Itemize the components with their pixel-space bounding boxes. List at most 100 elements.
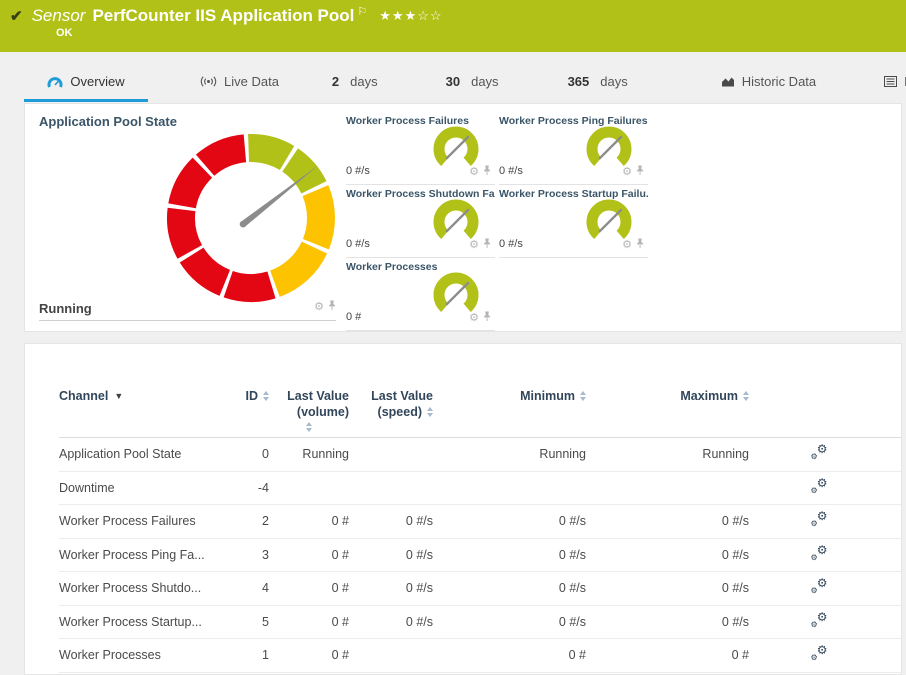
tab-bar: OverviewLive Data2days30days365daysHisto… <box>0 52 906 102</box>
cell-channel: Worker Process Ping Fa... <box>59 548 214 562</box>
cell-channel: Application Pool State <box>59 447 214 461</box>
cell-id: 3 <box>214 548 269 562</box>
pin-icon[interactable] <box>483 163 491 181</box>
edit-channel-gears-icon[interactable]: ⚙⚙ <box>811 512 828 527</box>
column-header-maximum[interactable]: Maximum <box>586 388 749 404</box>
cell-last-value-volume: 0 # <box>269 514 349 528</box>
gauge-icon <box>47 76 63 88</box>
cell-last-value-speed: 0 #/s <box>349 615 433 629</box>
table-row: Worker Process Shutdo...40 #0 #/s0 #/s0 … <box>59 572 901 606</box>
pin-icon[interactable] <box>483 309 491 327</box>
gear-icon[interactable]: ⚙ <box>469 313 479 324</box>
status-check-icon: ✔ <box>10 7 23 25</box>
small-gauge-cell: Worker Process Ping Failures0 #/s⚙ <box>499 112 648 185</box>
gear-icon[interactable]: ⚙ <box>469 167 479 178</box>
cell-maximum: 0 #/s <box>586 548 749 562</box>
tab-overview[interactable]: Overview <box>24 66 148 102</box>
tab-365-days[interactable]: 365days <box>558 66 638 102</box>
table-row: Worker Process Failures20 #0 #/s0 #/s0 #… <box>59 505 901 539</box>
table-row: Downtime-4⚙⚙ <box>59 472 901 506</box>
primary-gauge-value: Running <box>39 301 92 316</box>
pin-icon[interactable] <box>483 236 491 254</box>
cell-id: 5 <box>214 615 269 629</box>
tab-historic-data[interactable]: Historic Data <box>711 66 826 102</box>
cell-id: -4 <box>214 481 269 495</box>
tab-live-data[interactable]: Live Data <box>190 66 289 102</box>
cell-channel: Worker Process Shutdo... <box>59 581 214 595</box>
gear-icon[interactable]: ⚙ <box>469 240 479 251</box>
cell-minimum: Running <box>433 447 586 461</box>
edit-channel-gears-icon[interactable]: ⚙⚙ <box>811 479 828 494</box>
column-header-minimum[interactable]: Minimum <box>433 388 586 404</box>
cell-channel: Worker Process Failures <box>59 514 214 528</box>
column-header-last-value[interactable]: Last Value(volume) <box>269 388 349 432</box>
cell-id: 4 <box>214 581 269 595</box>
tab-30-days[interactable]: 30days <box>436 66 509 102</box>
column-header-last-value[interactable]: Last Value(speed) <box>349 388 433 420</box>
cell-last-value-volume: 0 # <box>269 548 349 562</box>
sensor-header: ✔ Sensor PerfCounter IIS Application Poo… <box>0 0 906 52</box>
cell-minimum: 0 # <box>433 648 586 662</box>
edit-channel-gears-icon[interactable]: ⚙⚙ <box>811 646 828 661</box>
tab-2-days[interactable]: 2 days <box>322 66 388 102</box>
gear-icon[interactable]: ⚙ <box>622 167 632 178</box>
log-icon <box>884 76 897 87</box>
sort-icon[interactable] <box>427 407 433 417</box>
sort-icon[interactable] <box>743 391 749 401</box>
tab-log[interactable]: Log <box>874 66 906 102</box>
column-header-id[interactable]: ID <box>214 388 269 404</box>
tab-label: days <box>350 74 377 89</box>
cell-last-value-volume: 0 # <box>269 615 349 629</box>
small-gauge-value: 0 #/s <box>499 165 523 177</box>
cell-id: 0 <box>214 447 269 461</box>
pin-icon[interactable] <box>636 236 644 254</box>
small-gauge-value: 0 # <box>346 311 361 323</box>
tab-label: Overview <box>70 74 124 89</box>
cell-maximum: 0 #/s <box>586 581 749 595</box>
tab-label: days <box>471 74 498 89</box>
gear-icon[interactable]: ⚙ <box>314 302 324 313</box>
cell-last-value-speed: 0 #/s <box>349 581 433 595</box>
channel-table-body: Application Pool State0RunningRunningRun… <box>59 438 901 673</box>
tab-number: 365 <box>568 74 590 89</box>
cell-id: 1 <box>214 648 269 662</box>
sensor-type-label: Sensor <box>32 6 86 26</box>
sensor-title: PerfCounter IIS Application Pool <box>92 6 354 26</box>
priority-stars[interactable]: ★★★☆☆ <box>379 8 442 24</box>
small-gauges-grid: Worker Process Failures0 #/s⚙Worker Proc… <box>346 112 804 331</box>
table-row: Worker Process Ping Fa...30 #0 #/s0 #/s0… <box>59 539 901 573</box>
cell-maximum: Running <box>586 447 749 461</box>
flag-icon[interactable]: ⚐ <box>357 5 367 18</box>
table-row: Application Pool State0RunningRunningRun… <box>59 438 901 472</box>
table-row: Worker Process Startup...50 #0 #/s0 #/s0… <box>59 606 901 640</box>
edit-channel-gears-icon[interactable]: ⚙⚙ <box>811 579 828 594</box>
tab-label: Live Data <box>224 74 279 89</box>
edit-channel-gears-icon[interactable]: ⚙⚙ <box>811 445 828 460</box>
tab-number: 2 <box>332 74 339 89</box>
primary-gauge-value-row: Running ⚙ <box>39 298 336 321</box>
cell-channel: Worker Processes <box>59 648 214 662</box>
cell-maximum: 0 #/s <box>586 615 749 629</box>
broadcast-icon <box>200 76 217 87</box>
small-gauge-cell: Worker Processes0 #⚙ <box>346 258 495 331</box>
sort-desc-icon[interactable]: ▼ <box>114 388 123 404</box>
overview-gauges-panel: Application Pool State Running ⚙ Worker … <box>24 103 902 332</box>
gear-icon[interactable]: ⚙ <box>622 240 632 251</box>
cell-channel: Worker Process Startup... <box>59 615 214 629</box>
pin-icon[interactable] <box>328 298 336 316</box>
small-gauge-value: 0 #/s <box>346 165 370 177</box>
primary-gauge-title: Application Pool State <box>39 114 177 129</box>
application-pool-state-gauge <box>163 130 339 306</box>
edit-channel-gears-icon[interactable]: ⚙⚙ <box>811 613 828 628</box>
cell-id: 2 <box>214 514 269 528</box>
small-gauge-cell: Worker Process Startup Failu...0 #/s⚙ <box>499 185 648 258</box>
sort-icon[interactable] <box>306 422 312 432</box>
cell-last-value-volume: 0 # <box>269 581 349 595</box>
cell-minimum: 0 #/s <box>433 548 586 562</box>
cell-maximum: 0 #/s <box>586 514 749 528</box>
column-header-channel[interactable]: Channel▼ <box>59 388 214 404</box>
small-gauge-cell: Worker Process Failures0 #/s⚙ <box>346 112 495 185</box>
edit-channel-gears-icon[interactable]: ⚙⚙ <box>811 546 828 561</box>
pin-icon[interactable] <box>636 163 644 181</box>
cell-last-value-speed: 0 #/s <box>349 514 433 528</box>
